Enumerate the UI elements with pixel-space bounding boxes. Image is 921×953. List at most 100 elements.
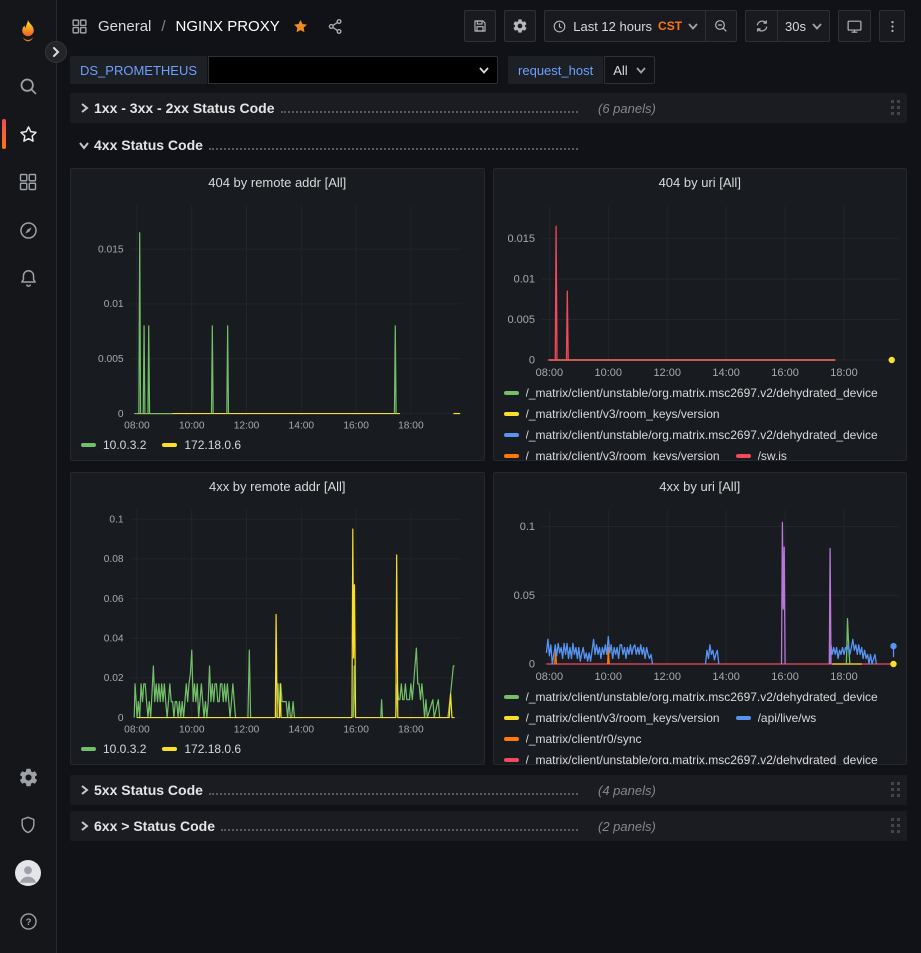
panel-title[interactable]: 404 by remote addr [All] bbox=[71, 169, 484, 196]
row-5xx[interactable]: 5xx Status Code (4 panels) bbox=[70, 775, 907, 805]
gear-icon bbox=[18, 767, 39, 788]
series-line bbox=[137, 529, 455, 717]
save-dashboard-button[interactable] bbox=[464, 10, 496, 42]
favorite-star-icon[interactable] bbox=[292, 18, 309, 35]
sidebar-item-starred[interactable] bbox=[0, 110, 56, 158]
legend-swatch bbox=[162, 747, 177, 751]
sidebar-item-explore[interactable] bbox=[0, 206, 56, 254]
series-line bbox=[227, 326, 229, 414]
legend-item[interactable]: /api/live/ws bbox=[736, 709, 817, 727]
sidebar-item-alerting[interactable] bbox=[0, 254, 56, 302]
zoom-out-time-button[interactable] bbox=[705, 10, 737, 42]
time-range-picker[interactable]: Last 12 hours CST bbox=[544, 10, 705, 42]
breadcrumb-separator: / bbox=[159, 18, 167, 35]
sidebar-item-server-admin[interactable] bbox=[0, 801, 56, 849]
apps-icon bbox=[71, 18, 88, 35]
legend-item[interactable]: /_matrix/client/r0/sync bbox=[504, 730, 642, 748]
panel-title[interactable]: 404 by uri [All] bbox=[494, 169, 907, 196]
chevron-right-icon bbox=[51, 47, 61, 57]
legend-item[interactable]: 10.0.3.2 bbox=[81, 740, 146, 758]
dashboard-content: 1xx - 3xx - 2xx Status Code (6 panels) 4… bbox=[57, 88, 921, 953]
row-4xx[interactable]: 4xx Status Code bbox=[70, 131, 907, 159]
legend-item[interactable]: /_matrix/client/v3/room_keys/version bbox=[504, 405, 720, 423]
legend-swatch bbox=[736, 716, 751, 720]
x-axis-tick-label: 12:00 bbox=[653, 367, 681, 379]
chart-canvas[interactable]: 08:0010:0012:0014:0016:0018:0000.020.040… bbox=[71, 500, 484, 738]
breadcrumb-dashboard-title[interactable]: NGINX PROXY bbox=[176, 18, 280, 35]
legend-label: 172.18.0.6 bbox=[184, 438, 241, 452]
row-drag-handle[interactable] bbox=[890, 817, 901, 835]
legend-label: /_matrix/client/unstable/org.matrix.msc2… bbox=[526, 386, 878, 400]
panel-title[interactable]: 4xx by remote addr [All] bbox=[71, 473, 484, 500]
person-icon bbox=[15, 860, 41, 886]
row-drag-handle[interactable] bbox=[890, 781, 901, 799]
legend-item[interactable]: /_matrix/client/unstable/org.matrix.msc2… bbox=[504, 751, 878, 764]
legend-label: 10.0.3.2 bbox=[103, 742, 146, 756]
chevron-down-icon bbox=[688, 23, 698, 30]
chart-canvas[interactable]: 08:0010:0012:0014:0016:0018:0000.0050.01… bbox=[71, 196, 484, 434]
row-drag-handle[interactable] bbox=[890, 99, 901, 117]
panel-legend: 10.0.3.2 172.18.0.6 bbox=[71, 738, 484, 764]
panel-4xx-by-remote-addr: 4xx by remote addr [All] 08:0010:0012:00… bbox=[70, 472, 485, 765]
panel-404-by-uri: 404 by uri [All] 08:0010:0012:0014:0016:… bbox=[493, 168, 908, 461]
legend-swatch bbox=[504, 391, 519, 395]
y-axis-tick-label: 0.08 bbox=[104, 554, 124, 565]
kebab-menu-button[interactable] bbox=[879, 10, 905, 42]
x-axis-tick-label: 10:00 bbox=[179, 420, 205, 431]
legend-swatch bbox=[504, 758, 519, 762]
refresh-button[interactable] bbox=[745, 10, 777, 42]
legend-item[interactable]: 10.0.3.2 bbox=[81, 436, 146, 454]
legend-item[interactable]: /sw.js bbox=[736, 447, 787, 460]
compass-icon bbox=[18, 220, 39, 241]
panel-legend: 10.0.3.2 172.18.0.6 bbox=[71, 434, 484, 460]
variable-value-text: All bbox=[613, 63, 627, 78]
series-line bbox=[846, 619, 850, 664]
sidebar-item-search[interactable] bbox=[0, 62, 56, 110]
sidebar: ? bbox=[0, 0, 57, 953]
x-axis-tick-label: 10:00 bbox=[179, 724, 205, 735]
legend-item[interactable]: 172.18.0.6 bbox=[162, 740, 241, 758]
legend-label: /_matrix/client/v3/room_keys/version bbox=[526, 449, 720, 460]
chevron-right-icon bbox=[74, 820, 94, 832]
grafana-app: ? General / NGINX PROXY bbox=[0, 0, 921, 953]
legend-item[interactable]: /_matrix/client/v3/room_keys/version bbox=[504, 709, 720, 727]
legend-item[interactable]: /_matrix/client/unstable/org.matrix.msc2… bbox=[504, 426, 878, 444]
chart-canvas[interactable]: 08:0010:0012:0014:0016:0018:0000.050.1 bbox=[494, 500, 907, 686]
x-axis-tick-label: 12:00 bbox=[234, 724, 260, 735]
legend-item[interactable]: /_matrix/client/v3/room_keys/version bbox=[504, 447, 720, 460]
row-title-wrap: 6xx > Status Code bbox=[94, 818, 584, 834]
panel-chart-area: 08:0010:0012:0014:0016:0018:0000.0050.01… bbox=[71, 196, 484, 434]
sidebar-item-dashboards[interactable] bbox=[0, 158, 56, 206]
search-icon bbox=[18, 76, 39, 97]
variable-value-dropdown[interactable]: All bbox=[604, 56, 654, 84]
breadcrumb-folder[interactable]: General bbox=[98, 18, 151, 35]
row-6xx[interactable]: 6xx > Status Code (2 panels) bbox=[70, 811, 907, 841]
legend-item[interactable]: /_matrix/client/unstable/org.matrix.msc2… bbox=[504, 688, 878, 706]
x-axis-tick-label: 14:00 bbox=[289, 724, 315, 735]
sidebar-item-help[interactable]: ? bbox=[0, 897, 56, 945]
refresh-controls: 30s bbox=[745, 10, 830, 42]
grafana-flame-icon bbox=[15, 18, 41, 44]
y-axis-tick-label: 0.05 bbox=[513, 590, 534, 602]
x-axis-tick-label: 18:00 bbox=[398, 420, 424, 431]
legend-swatch bbox=[81, 747, 96, 751]
clock-icon bbox=[552, 19, 567, 34]
dashboard-settings-button[interactable] bbox=[504, 10, 536, 42]
variable-value-dropdown[interactable] bbox=[208, 56, 498, 84]
sidebar-expand-button[interactable] bbox=[45, 41, 67, 63]
row-1xx-3xx-2xx[interactable]: 1xx - 3xx - 2xx Status Code (6 panels) bbox=[70, 93, 907, 123]
chart-canvas[interactable]: 08:0010:0012:0014:0016:0018:0000.0050.01… bbox=[494, 196, 907, 382]
y-axis-tick-label: 0 bbox=[528, 659, 534, 671]
refresh-interval-picker[interactable]: 30s bbox=[777, 10, 830, 42]
legend-label: /_matrix/client/unstable/org.matrix.msc2… bbox=[526, 690, 878, 704]
legend-item[interactable]: /_matrix/client/unstable/org.matrix.msc2… bbox=[504, 384, 878, 402]
series-line bbox=[134, 650, 237, 717]
sidebar-item-configuration[interactable] bbox=[0, 753, 56, 801]
chevron-down-icon bbox=[636, 67, 646, 74]
panel-title[interactable]: 4xx by uri [All] bbox=[494, 473, 907, 500]
sidebar-item-profile[interactable] bbox=[0, 849, 56, 897]
cycle-view-mode-button[interactable] bbox=[838, 10, 871, 42]
share-icon[interactable] bbox=[327, 18, 344, 35]
legend-item[interactable]: 172.18.0.6 bbox=[162, 436, 241, 454]
row-title: 5xx Status Code bbox=[94, 782, 203, 798]
